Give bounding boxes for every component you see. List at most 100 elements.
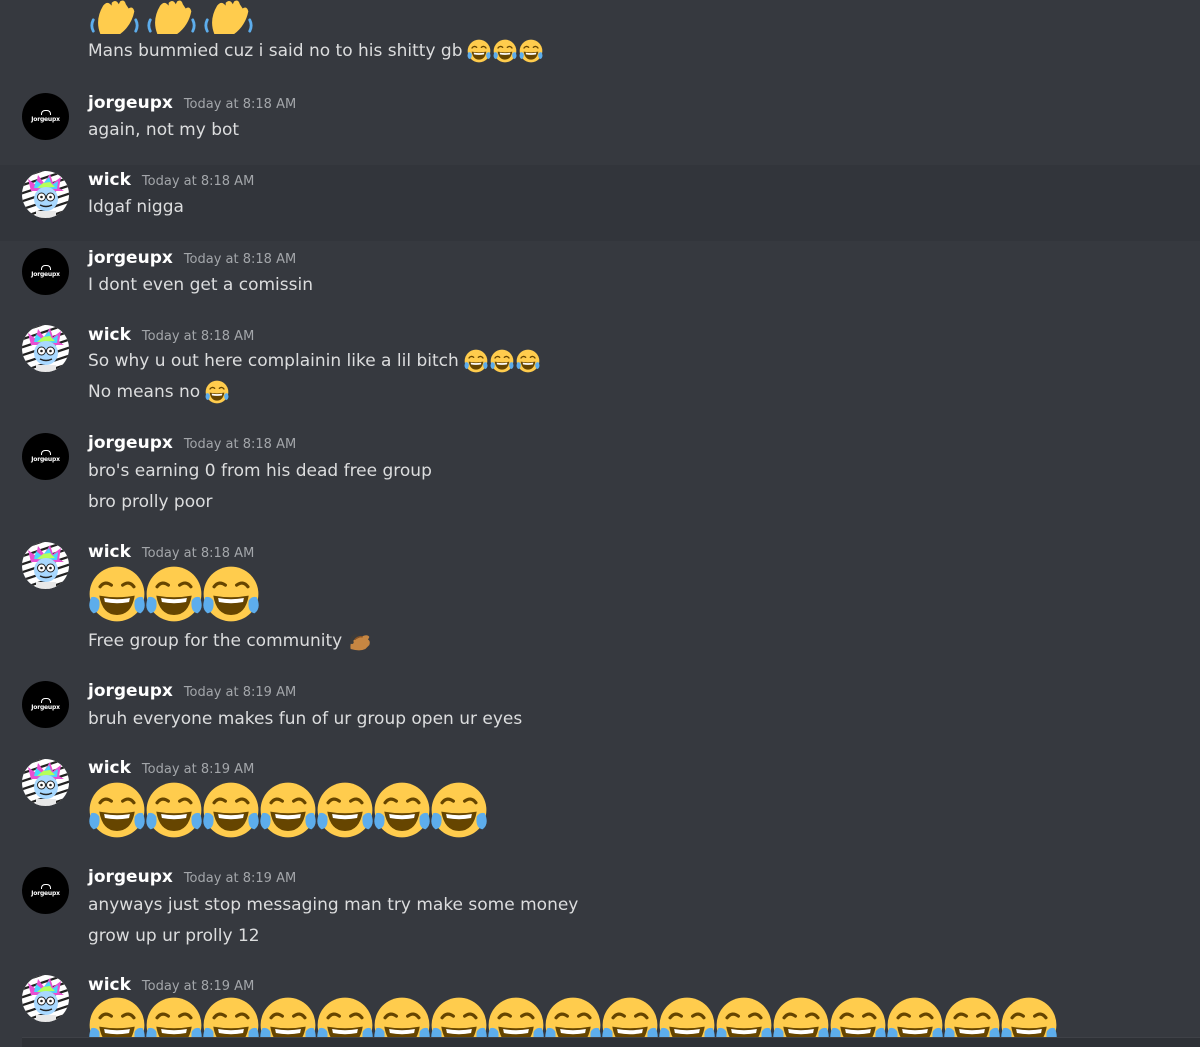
message-header: wick Today at 8:18 AM: [88, 170, 254, 190]
avatar[interactable]: Jorgeupx: [22, 93, 69, 140]
message-text: I dont even get a comissin: [88, 275, 313, 295]
joy-icon: [145, 996, 203, 1037]
message-text: Idgaf nigga: [88, 197, 184, 217]
message-text: No means no: [88, 382, 201, 402]
joy-icon: [715, 996, 773, 1037]
timestamp[interactable]: Today at 8:18 AM: [184, 252, 296, 267]
username[interactable]: wick: [88, 542, 131, 562]
jumbo-emoji-row: [88, 781, 487, 839]
wave-icon: [88, 0, 141, 34]
joy-icon: [259, 996, 317, 1037]
joy-icon: [829, 996, 887, 1037]
avatar[interactable]: [22, 542, 69, 589]
message-line: bruh everyone makes fun of ur group open…: [88, 707, 522, 731]
jumbo-emoji-row: [88, 565, 259, 623]
logo-icon: [40, 884, 51, 889]
message-line: No means no: [88, 379, 229, 405]
message-text: grow up ur prolly 12: [88, 926, 260, 946]
message-header: wick Today at 8:19 AM: [88, 758, 254, 778]
timestamp[interactable]: Today at 8:18 AM: [142, 174, 254, 189]
timestamp[interactable]: Today at 8:19 AM: [142, 979, 254, 994]
message-text: anyways just stop messaging man try make…: [88, 895, 579, 915]
avatar[interactable]: [22, 975, 69, 1022]
message-text: bro prolly poor: [88, 492, 213, 512]
avatar[interactable]: Jorgeupx: [22, 867, 69, 914]
message-line: So why u out here complainin like a lil …: [88, 348, 540, 374]
message-header: jorgeupx Today at 8:18 AM: [88, 433, 296, 453]
username[interactable]: wick: [88, 170, 131, 190]
username[interactable]: jorgeupx: [88, 433, 173, 453]
avatar[interactable]: [22, 759, 69, 806]
timestamp[interactable]: Today at 8:19 AM: [184, 871, 296, 886]
avatar-logo-text: Jorgeupx: [31, 116, 60, 123]
message-header: wick Today at 8:18 AM: [88, 542, 254, 562]
joy-icon: [658, 996, 716, 1037]
wave-icon: [202, 0, 255, 34]
avatar[interactable]: Jorgeupx: [22, 681, 69, 728]
joy-icon: [316, 996, 374, 1037]
timestamp[interactable]: Today at 8:18 AM: [184, 97, 296, 112]
message-header: jorgeupx Today at 8:18 AM: [88, 93, 296, 113]
joy-icon: [88, 781, 146, 839]
avatar-logo-text: Jorgeupx: [31, 890, 60, 897]
avatar[interactable]: [22, 325, 69, 372]
message-text: bruh everyone makes fun of ur group open…: [88, 709, 523, 729]
message-header: jorgeupx Today at 8:19 AM: [88, 681, 296, 701]
joy-icon: [493, 39, 517, 63]
joy-icon: [487, 996, 545, 1037]
username[interactable]: jorgeupx: [88, 93, 173, 113]
avatar-logo-text: Jorgeupx: [31, 271, 60, 278]
timestamp[interactable]: Today at 8:19 AM: [142, 762, 254, 777]
joy-icon: [202, 996, 260, 1037]
username[interactable]: jorgeupx: [88, 867, 173, 887]
joy-icon: [1000, 996, 1057, 1037]
chat-message-list[interactable]: Mans bummied cuz i said no to his shitty…: [0, 0, 1200, 1047]
joy-icon: [373, 996, 431, 1037]
username[interactable]: jorgeupx: [88, 681, 173, 701]
avatar[interactable]: [22, 171, 69, 218]
joy-icon: [430, 781, 488, 839]
avatar-logo-text: Jorgeupx: [31, 704, 60, 711]
joy-icon: [430, 996, 488, 1037]
timestamp[interactable]: Today at 8:18 AM: [142, 546, 254, 561]
joy-icon: [259, 781, 317, 839]
message-line: bro's earning 0 from his dead free group: [88, 459, 432, 483]
joy-icon: [490, 349, 514, 373]
message-header: wick Today at 8:18 AM: [88, 325, 254, 345]
message-text: Mans bummied cuz i said no to his shitty…: [88, 41, 463, 61]
joy-icon: [544, 996, 602, 1037]
timestamp[interactable]: Today at 8:18 AM: [142, 329, 254, 344]
joy-icon: [373, 781, 431, 839]
joy-icon: [316, 781, 374, 839]
joy-icon: [772, 996, 830, 1037]
message-text: bro's earning 0 from his dead free group: [88, 461, 432, 481]
username[interactable]: wick: [88, 758, 131, 778]
joy-icon: [205, 380, 229, 404]
joy-icon: [145, 565, 203, 623]
avatar[interactable]: Jorgeupx: [22, 248, 69, 295]
timestamp[interactable]: Today at 8:19 AM: [184, 685, 296, 700]
joy-icon: [88, 565, 146, 623]
message-header: jorgeupx Today at 8:18 AM: [88, 248, 296, 268]
message-line: again, not my bot: [88, 118, 239, 142]
message-text: again, not my bot: [88, 120, 240, 140]
logo-icon: [40, 110, 51, 115]
message-line: bro prolly poor: [88, 490, 213, 514]
wave-emoji-row: [88, 0, 259, 34]
logo-icon: [40, 698, 51, 703]
timestamp[interactable]: Today at 8:18 AM: [184, 437, 296, 452]
message-line: Mans bummied cuz i said no to his shitty…: [88, 38, 543, 64]
username[interactable]: jorgeupx: [88, 248, 173, 268]
joy-icon: [519, 39, 543, 63]
username[interactable]: wick: [88, 975, 131, 995]
username[interactable]: wick: [88, 325, 131, 345]
joy-icon: [516, 349, 540, 373]
wave-icon: [145, 0, 198, 34]
avatar[interactable]: Jorgeupx: [22, 433, 69, 480]
logo-icon: [40, 450, 51, 455]
joy-icon: [601, 996, 659, 1037]
message-line: Free group for the community: [88, 628, 372, 654]
joy-icon: [88, 996, 146, 1037]
message-header: jorgeupx Today at 8:19 AM: [88, 867, 296, 887]
message-line: grow up ur prolly 12: [88, 924, 260, 948]
